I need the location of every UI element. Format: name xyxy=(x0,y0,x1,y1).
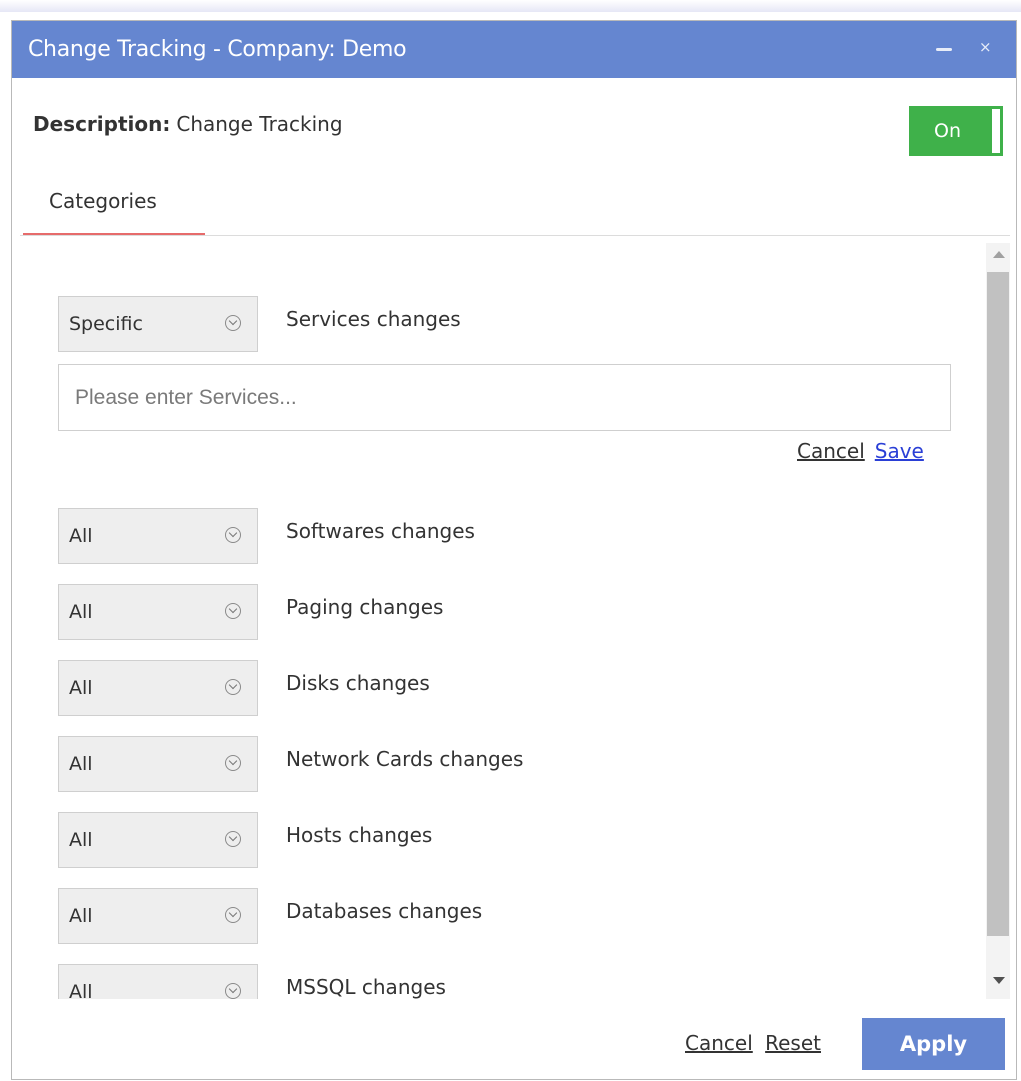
chevron-down-icon xyxy=(225,907,241,923)
scope-select-databases[interactable]: All xyxy=(58,888,258,944)
panel-scrollbar[interactable] xyxy=(986,243,1010,999)
category-label: Hosts changes xyxy=(286,823,433,847)
category-label: Disks changes xyxy=(286,671,430,695)
scope-select-network-cards[interactable]: All xyxy=(58,736,258,792)
categories-panel: Specific Services changes Cancel Save All… xyxy=(12,237,986,999)
services-input[interactable] xyxy=(58,364,951,431)
scope-select-value: All xyxy=(69,525,93,547)
services-cancel-link[interactable]: Cancel xyxy=(797,439,865,463)
category-label: Network Cards changes xyxy=(286,747,524,771)
apply-button[interactable]: Apply xyxy=(862,1018,1005,1070)
chevron-down-icon xyxy=(225,983,241,999)
tab-categories[interactable]: Categories xyxy=(49,189,157,213)
scope-select-value: All xyxy=(69,753,93,775)
dialog-title: Change Tracking - Company: Demo xyxy=(28,37,407,62)
chevron-down-icon xyxy=(225,831,241,847)
chevron-down-icon xyxy=(225,527,241,543)
category-row-services: Specific Services changes xyxy=(58,296,958,352)
description-label: Description: xyxy=(33,112,171,136)
category-label: Services changes xyxy=(286,307,461,331)
category-row-databases: All Databases changes xyxy=(58,888,958,944)
scroll-down-arrow-icon[interactable] xyxy=(993,977,1005,984)
scope-select-paging[interactable]: All xyxy=(58,584,258,640)
category-row-mssql: All MSSQL changes xyxy=(58,964,958,999)
dialog-titlebar[interactable]: Change Tracking - Company: Demo × xyxy=(12,21,1016,78)
chevron-down-icon xyxy=(225,315,241,331)
chevron-down-icon xyxy=(225,603,241,619)
tracking-toggle[interactable]: On xyxy=(909,106,1003,156)
category-row-softwares: All Softwares changes xyxy=(58,508,958,564)
scope-select-services[interactable]: Specific xyxy=(58,296,258,352)
scope-select-value: All xyxy=(69,905,93,927)
category-label: MSSQL changes xyxy=(286,975,446,999)
close-icon[interactable]: × xyxy=(979,38,992,56)
minimize-icon[interactable] xyxy=(936,48,952,51)
tabs-divider xyxy=(20,235,1010,236)
category-label: Softwares changes xyxy=(286,519,475,543)
footer-cancel-link[interactable]: Cancel xyxy=(685,1031,753,1055)
scroll-up-arrow-icon[interactable] xyxy=(993,251,1005,258)
toggle-label: On xyxy=(934,120,961,142)
scope-select-disks[interactable]: All xyxy=(58,660,258,716)
footer-links: Cancel Reset xyxy=(685,1031,821,1055)
description-row: Description: Change Tracking xyxy=(33,112,343,136)
scope-select-value: Specific xyxy=(69,313,143,335)
footer-reset-link[interactable]: Reset xyxy=(765,1031,821,1055)
scope-select-value: All xyxy=(69,829,93,851)
description-value: Change Tracking xyxy=(176,112,343,136)
category-label: Paging changes xyxy=(286,595,444,619)
services-save-link[interactable]: Save xyxy=(875,439,924,463)
chevron-down-icon xyxy=(225,755,241,771)
scroll-thumb[interactable] xyxy=(987,272,1009,936)
category-row-hosts: All Hosts changes xyxy=(58,812,958,868)
chevron-down-icon xyxy=(225,679,241,695)
scope-select-value: All xyxy=(69,601,93,623)
category-row-disks: All Disks changes xyxy=(58,660,958,716)
scope-select-softwares[interactable]: All xyxy=(58,508,258,564)
scope-select-value: All xyxy=(69,981,93,999)
change-tracking-dialog: Change Tracking - Company: Demo × Descri… xyxy=(11,20,1017,1080)
scope-select-value: All xyxy=(69,677,93,699)
scope-select-mssql[interactable]: All xyxy=(58,964,258,999)
top-strip xyxy=(0,0,1021,12)
category-label: Databases changes xyxy=(286,899,483,923)
category-row-paging: All Paging changes xyxy=(58,584,958,640)
scope-select-hosts[interactable]: All xyxy=(58,812,258,868)
toggle-knob xyxy=(992,109,1000,153)
services-input-actions: Cancel Save xyxy=(797,439,924,463)
category-row-network-cards: All Network Cards changes xyxy=(58,736,958,792)
